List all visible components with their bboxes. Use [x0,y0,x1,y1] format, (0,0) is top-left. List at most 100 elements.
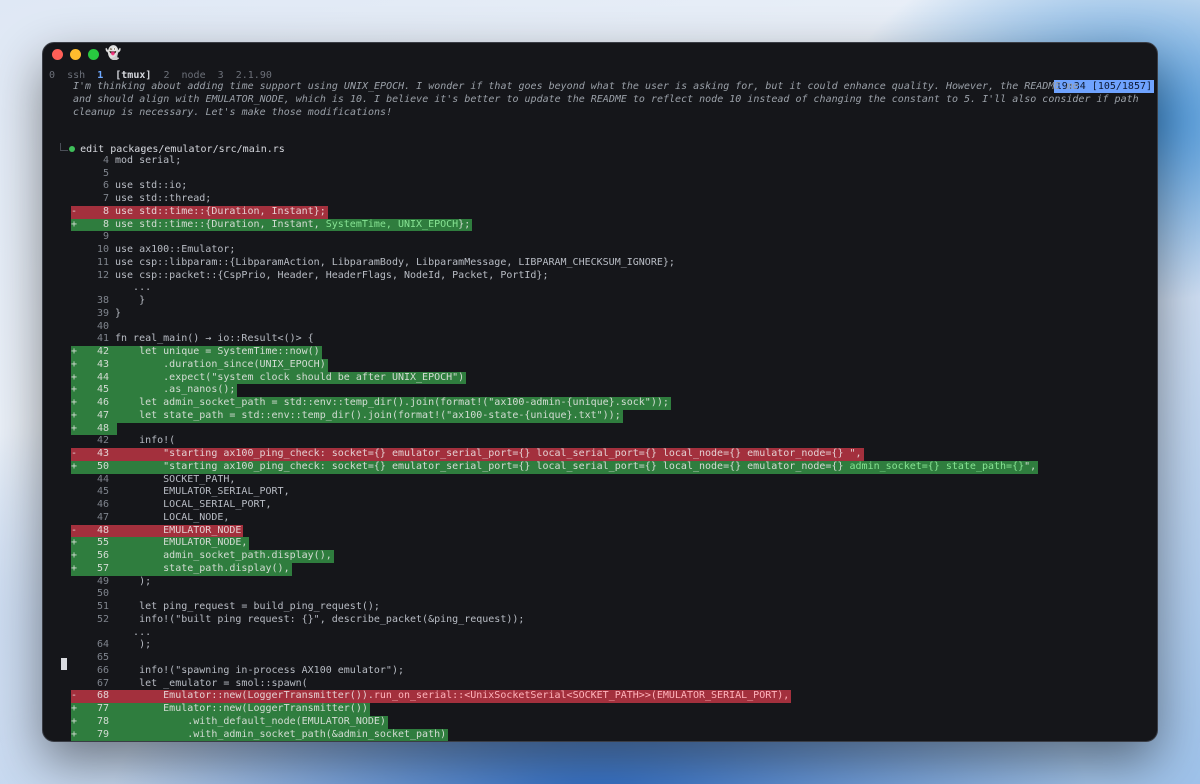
line-number: 78 [96,715,109,727]
diff-context-line: 64 ); [71,639,1151,652]
code-text: ); [115,575,152,587]
tmux-window-number: 0 [49,70,56,81]
diff-sign: - [71,524,78,536]
code-text: "starting ax100_ping_check: socket={} em… [115,460,850,472]
diff-context-line: 65 [71,652,1151,665]
line-number: 5 [102,167,109,179]
tree-connector-icon [60,143,68,151]
diff-context-line: 67 let _emulator = smol::spawn( [71,678,1151,691]
diff-added-line: +45 .as_nanos(); [71,384,1151,397]
code-text: state_path.display(), [115,562,290,574]
minimize-button[interactable] [70,49,81,60]
diff-added-line: +44 .expect("system clock should be afte… [71,371,1151,385]
line-number: 41 [96,333,109,345]
diff-sign: + [71,550,78,561]
code-text: .with_default_node(EMULATOR_NODE) [115,715,386,727]
line-number: 55 [96,537,109,549]
diff-context-line: 45 EMULATOR_SERIAL_PORT, [71,486,1151,499]
diff-sign: + [71,422,78,434]
diff-added-line: +48 [71,422,1151,436]
diff-added-line: +77 Emulator::new(LoggerTransmitter()) [71,703,1151,716]
line-number: 9 [102,231,109,243]
code-highlight: SystemTime, UNIX_EPOCH [325,218,459,230]
diff-sign: + [71,409,78,421]
code-text: EMULATOR_SERIAL_PORT, [115,486,290,498]
diff-context-line: 49 ); [71,576,1151,589]
code-text: mod serial; [115,154,182,166]
line-number: 56 [96,550,109,561]
code-text: Emulator::new(LoggerTransmitter()). [115,690,374,702]
diff-sign: + [71,397,78,408]
thinking-line: cleanup is necessary. Let's make those m… [73,106,393,118]
line-number: 8 [102,205,109,217]
terminal-cursor [61,658,67,670]
code-text: .expect("system clock should be after UN… [115,371,465,383]
line-number: 43 [96,358,109,370]
code-text: let unique = SystemTime::now() [115,346,320,357]
code-text: "starting ax100_ping_check: socket={} em… [115,448,862,459]
diff-context-line: 38 } [71,295,1151,308]
tmux-window-1[interactable]: 1 [tmux] [97,70,151,81]
code-text: use ax100::Emulator; [115,244,236,255]
tmux-window-0[interactable]: 0 ssh [49,70,85,81]
diff-sign: + [71,460,78,472]
line-number: 65 [96,652,109,663]
diff-added-line: +8 use std::time::{Duration, Instant, Sys… [71,218,1151,232]
tmux-window-name: [tmux] [115,70,152,81]
diff-context-line: 10 use ax100::Emulator; [71,244,1151,257]
code-text: use csp::packet::{CspPrio, Header, Heade… [115,269,549,281]
diff-sign: + [71,562,78,574]
code-text: let _emulator = smol::spawn( [115,677,308,689]
diff-context-line: 12 use csp::packet::{CspPrio, Header, Hea… [71,270,1151,283]
line-number: 44 [96,371,109,383]
tmux-window-number: 2 [163,70,170,81]
close-button[interactable] [52,49,63,60]
line-number: 49 [96,575,109,587]
code-text: info!("spawning in-process AX100 emulato… [115,664,404,676]
diff-context-line: 9 [71,231,1151,244]
code-text: EMULATOR_NODE [115,524,242,536]
diff-sign: + [71,384,78,396]
tmux-window-3[interactable]: 3 2.1.90 [218,70,272,81]
diff-context-line: 11 use csp::libparam::{LibparamAction, Li… [71,257,1151,270]
line-number: 57 [96,562,109,574]
diff-context-line: 42 info!( [71,435,1151,448]
diff-context-line: ... [71,142,1151,155]
line-number: 39 [96,307,109,319]
diff-view: ... 4 mod serial; 5 6 use std::io; 7 use std::t… [71,142,1151,741]
code-text: .as_nanos(); [115,384,236,396]
line-number: 64 [96,639,109,651]
tmux-window-2[interactable]: 2 node [163,70,205,81]
diff-added-line: +47 let state_path = std::env::temp_dir(… [71,409,1151,423]
code-text: .with_admin_socket_path(&admin_socket_pa… [115,728,447,740]
tmux-window-name: ssh [67,70,86,81]
code-text: LOCAL_SERIAL_PORT, [115,499,272,510]
diff-context-line: ... [71,282,1151,295]
line-number: 67 [96,677,109,689]
diff-sign: + [71,715,78,727]
diff-context-line: 52 info!("built ping request: {}", descr… [71,614,1151,627]
diff-context-line: 39} [71,308,1151,321]
diff-removed-line: - 43 "starting ax100_ping_check: socket={… [71,448,1151,461]
code-text: admin_socket_path.display(), [115,550,332,561]
terminal-window: 👻 0 ssh 1 [tmux] 2 node 3 2.1.90 19:34 [… [42,42,1158,742]
thinking-line: and should align with EMULATOR_NODE, whi… [73,93,1139,105]
diff-context-line: 4 mod serial; [71,155,1151,168]
diff-context-line: 5 [71,168,1151,181]
code-text: .duration_since(UNIX_EPOCH) [115,358,326,370]
title-bar: 👻 [43,43,1157,65]
code-text-tail: }; [458,218,471,230]
code-text: info!("built ping request: {}", describe… [115,613,525,625]
line-number: 45 [96,384,109,396]
code-text: } [115,295,146,306]
diff-added-line: +56 admin_socket_path.display(), [71,550,1151,563]
code-text: ... [115,626,152,638]
zoom-button[interactable] [88,49,99,60]
line-number: 79 [96,728,109,740]
code-text: let ping_request = build_ping_request(); [115,601,380,612]
line-number: 42 [96,346,109,357]
line-number: 48 [96,524,109,536]
line-number: 51 [96,601,109,612]
diff-sign: + [71,358,78,370]
line-number: 10 [96,244,109,255]
